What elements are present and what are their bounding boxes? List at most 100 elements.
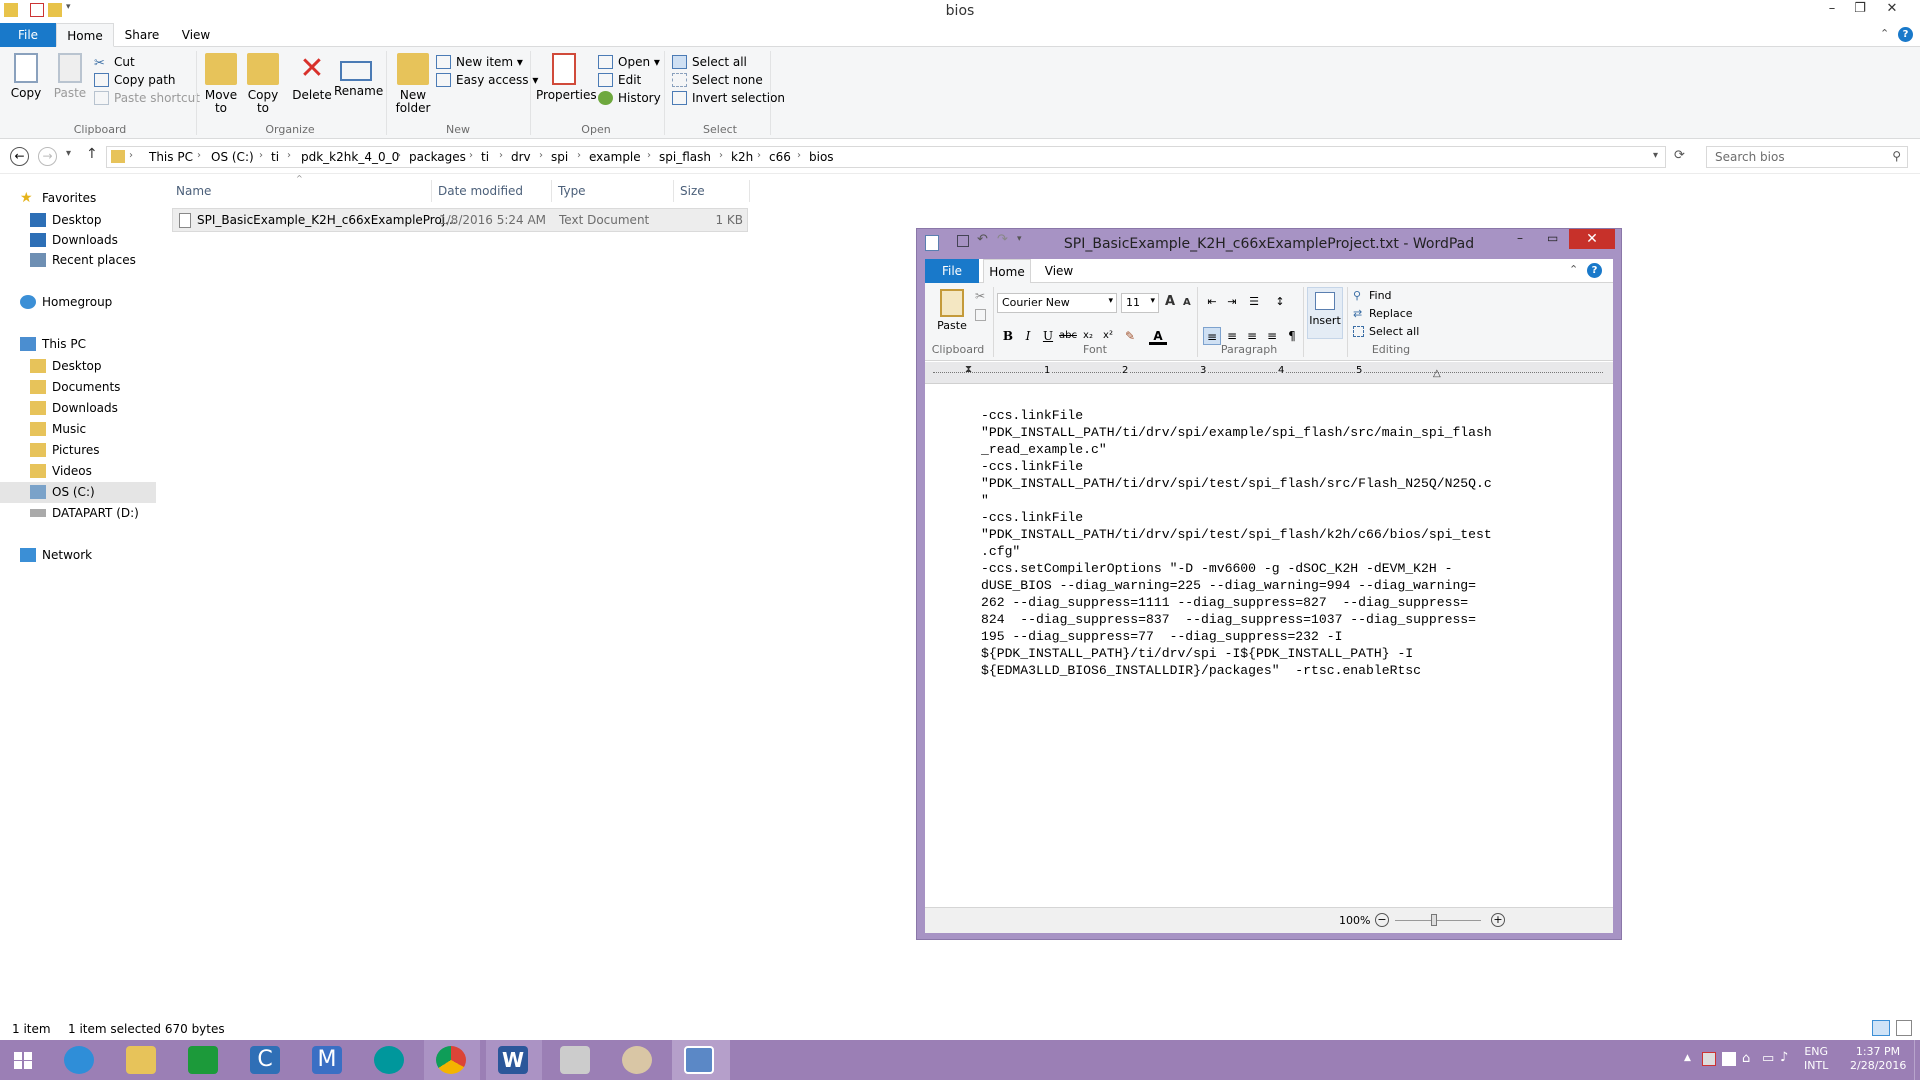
wordpad-minimize-button[interactable]: – (1517, 231, 1523, 245)
taskbar-app-m[interactable]: M (300, 1040, 356, 1080)
document-line[interactable]: "PDK_INSTALL_PATH/ti/drv/spi/example/spi… (981, 424, 1571, 441)
battery-icon[interactable]: ▭ (1762, 1051, 1774, 1066)
wp-cut-icon[interactable]: ✂ (975, 289, 985, 303)
select-none-button[interactable]: Select none (672, 71, 763, 89)
nav-pc-datapart[interactable]: DATAPART (D:) (30, 503, 139, 523)
paste-button[interactable]: Paste (52, 53, 88, 100)
chevron-right-icon[interactable]: › (647, 150, 651, 161)
taskbar-wordpad[interactable] (672, 1040, 730, 1080)
copy-to-button[interactable]: Copy to (246, 53, 280, 115)
zoom-in-icon[interactable]: + (1491, 913, 1505, 927)
input-language[interactable]: ENG INTL (1804, 1045, 1828, 1073)
nav-homegroup[interactable]: Homegroup (20, 292, 112, 312)
nav-fav-downloads[interactable]: Downloads (30, 230, 118, 250)
breadcrumb-drv[interactable]: drv (511, 150, 531, 164)
chevron-right-icon[interactable]: › (129, 150, 133, 161)
taskbar-explorer[interactable] (114, 1040, 170, 1080)
font-family-select[interactable]: Courier New ▾ (997, 293, 1117, 313)
shrink-font-icon[interactable]: A (1183, 297, 1191, 308)
insert-button[interactable]: Insert (1307, 287, 1343, 339)
copy-button[interactable]: Copy (8, 53, 44, 100)
open-button[interactable]: Open ▾ (598, 53, 660, 71)
wordpad-maximize-button[interactable]: ▭ (1547, 231, 1558, 245)
font-size-select[interactable]: 11 ▾ (1121, 293, 1159, 313)
action-center-icon[interactable] (1702, 1052, 1716, 1066)
column-header-date[interactable]: Date modified (432, 180, 552, 202)
zoom-out-icon[interactable]: − (1375, 913, 1389, 927)
large-icons-view-icon[interactable] (1896, 1020, 1912, 1036)
nav-fav-desktop[interactable]: Desktop (30, 210, 102, 230)
document-line[interactable]: " (981, 492, 1571, 509)
chevron-right-icon[interactable]: › (259, 150, 263, 161)
wp-tab-home[interactable]: Home (983, 259, 1031, 284)
breadcrumb-c66[interactable]: c66 (769, 150, 791, 164)
tab-share[interactable]: Share (116, 23, 168, 47)
document-line[interactable]: ${PDK_INSTALL_PATH}/ti/drv/spi -I${PDK_I… (981, 645, 1571, 662)
document-line[interactable]: -ccs.linkFile (981, 509, 1571, 526)
tab-view[interactable]: View (172, 23, 220, 47)
zoom-slider-thumb[interactable] (1431, 914, 1437, 926)
paste-shortcut-button[interactable]: Paste shortcut (94, 89, 200, 107)
forward-arrow-icon[interactable]: → (38, 147, 57, 166)
breadcrumb-this-pc[interactable]: This PC (149, 150, 193, 164)
delete-button[interactable]: ✕ Delete (292, 53, 332, 102)
recent-locations-icon[interactable]: ▾ (66, 148, 71, 159)
search-input[interactable]: Search bios ⚲ (1706, 146, 1908, 168)
details-view-icon[interactable] (1872, 1020, 1890, 1036)
move-to-button[interactable]: Move to (204, 53, 238, 115)
wp-copy-icon[interactable] (975, 309, 986, 321)
properties-button[interactable]: Properties (536, 53, 597, 102)
chevron-right-icon[interactable]: › (757, 150, 761, 161)
tab-file[interactable]: File (0, 23, 56, 47)
chevron-right-icon[interactable]: › (539, 150, 543, 161)
chevron-right-icon[interactable]: › (719, 150, 723, 161)
document-line[interactable]: "PDK_INSTALL_PATH/ti/drv/spi/test/spi_fl… (981, 475, 1571, 492)
taskbar-paint[interactable] (610, 1040, 666, 1080)
increase-indent-icon[interactable]: ⇥ (1223, 293, 1241, 311)
nav-pc-music[interactable]: Music (30, 419, 86, 439)
maximize-button[interactable]: ❐ (1846, 0, 1874, 20)
document-line[interactable]: 824 --diag_suppress=837 --diag_suppress=… (981, 611, 1571, 628)
nav-pc-documents[interactable]: Documents (30, 377, 120, 397)
wp-paste-button[interactable]: Paste (935, 289, 969, 332)
volume-icon[interactable]: ♪ (1780, 1050, 1788, 1065)
new-folder-button[interactable]: New folder (394, 53, 432, 115)
document-line[interactable]: 195 --diag_suppress=77 --diag_suppress=2… (981, 628, 1571, 645)
nav-favorites[interactable]: ★ Favorites (20, 188, 96, 208)
taskbar-ie[interactable] (52, 1040, 108, 1080)
up-arrow-icon[interactable]: ↑ (86, 146, 98, 162)
breadcrumb-k2h[interactable]: k2h (731, 150, 753, 164)
document-line[interactable]: 262 --diag_suppress=1111 --diag_suppress… (981, 594, 1571, 611)
right-indent-marker[interactable]: △ (1433, 368, 1441, 379)
nav-pc-videos[interactable]: Videos (30, 461, 92, 481)
ruler[interactable]: ⧗ 1 2 3 4 5 △ (925, 362, 1613, 384)
document-area[interactable]: -ccs.linkFile "PDK_INSTALL_PATH/ti/drv/sp… (925, 385, 1613, 883)
nav-pc-downloads[interactable]: Downloads (30, 398, 118, 418)
nav-pc-pictures[interactable]: Pictures (30, 440, 100, 460)
breadcrumb-ti[interactable]: ti (271, 150, 279, 164)
close-button[interactable]: ✕ (1878, 0, 1906, 20)
wp-collapse-ribbon-icon[interactable]: ⌃ (1569, 263, 1578, 276)
wp-help-icon[interactable]: ? (1587, 263, 1602, 278)
document-line[interactable]: -ccs.linkFile (981, 407, 1571, 424)
tab-home[interactable]: Home (56, 23, 114, 47)
column-header-name[interactable]: Name (170, 180, 432, 202)
chevron-right-icon[interactable]: › (797, 150, 801, 161)
chevron-right-icon[interactable]: › (577, 150, 581, 161)
invert-selection-button[interactable]: Invert selection (672, 89, 785, 107)
nav-this-pc[interactable]: This PC (20, 334, 86, 354)
easy-access-button[interactable]: Easy access ▾ (436, 71, 538, 89)
breadcrumb-packages[interactable]: packages (409, 150, 466, 164)
wp-tab-view[interactable]: View (1035, 259, 1083, 283)
taskbar-app-c[interactable]: C (238, 1040, 294, 1080)
chevron-right-icon[interactable]: › (469, 150, 473, 161)
nav-pc-os-c[interactable]: OS (C:) (30, 482, 95, 502)
document-line[interactable]: -ccs.setCompilerOptions "-D -mv6600 -g -… (981, 560, 1571, 577)
chevron-right-icon[interactable]: › (197, 150, 201, 161)
decrease-indent-icon[interactable]: ⇤ (1203, 293, 1221, 311)
back-arrow-icon[interactable]: ← (10, 147, 29, 166)
column-header-type[interactable]: Type (552, 180, 674, 202)
show-desktop-button[interactable] (1914, 1040, 1920, 1080)
line-spacing-icon[interactable]: ↕ (1271, 293, 1289, 311)
chevron-right-icon[interactable]: › (397, 150, 401, 161)
